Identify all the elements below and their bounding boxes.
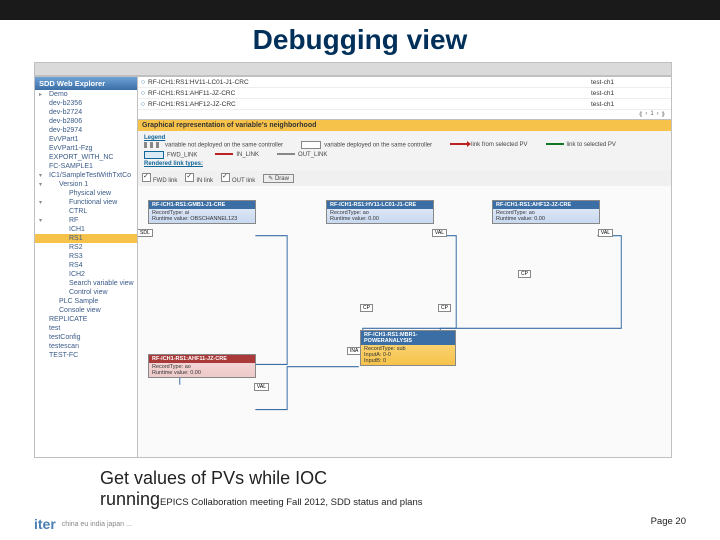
val-port: VAL (254, 383, 269, 391)
pager-btn[interactable]: ⟫ (662, 111, 665, 118)
tree-item[interactable]: Version 1 (35, 180, 137, 189)
tree-item[interactable]: RS4 (35, 261, 137, 270)
tree-item[interactable]: test (35, 324, 137, 333)
pager-btn[interactable]: › (657, 111, 659, 118)
val-port: VAL (598, 229, 613, 237)
page-title: Debugging view (0, 20, 720, 62)
tree-item[interactable]: RF (35, 216, 137, 225)
tree[interactable]: Demodev-b2356dev-b2724dev-b2806dev-b2974… (35, 90, 137, 360)
tree-item[interactable]: Functional view (35, 198, 137, 207)
variable-table: ○RF-ICH1:RS1:HV11-LC01-J1-CRCtest-ch1○RF… (138, 77, 671, 120)
tree-item[interactable]: testescan (35, 342, 137, 351)
pager-btn[interactable]: 1 (650, 111, 653, 118)
tree-item[interactable]: Physical view (35, 189, 137, 198)
rendered-link-types-title: Rendered link types: (144, 161, 665, 167)
app-window: SDD Web Explorer Demodev-b2356dev-b2724d… (34, 76, 672, 458)
link-type-options: FWD link IN link OUT link ✎ Draw (138, 171, 671, 186)
tree-item[interactable]: TEST-FC (35, 351, 137, 360)
tree-item[interactable]: RS3 (35, 252, 137, 261)
tree-item[interactable]: Console view (35, 306, 137, 315)
legend: Legend variable not deployed on the same… (138, 131, 671, 171)
tree-item[interactable]: dev-b2356 (35, 99, 137, 108)
tree-item[interactable]: testConfig (35, 333, 137, 342)
tree-item[interactable]: dev-b2974 (35, 126, 137, 135)
tree-item[interactable]: FC-SAMPLE1 (35, 162, 137, 171)
fwd-link-checkbox[interactable]: FWD link (142, 173, 177, 184)
cp-port: CP (360, 304, 373, 312)
iter-logo: iter (34, 516, 56, 532)
sidebar-header: SDD Web Explorer (35, 77, 137, 90)
table-row[interactable]: ○RF-ICH1:RS1:AHF11-JZ-CRCtest-ch1 (138, 88, 671, 99)
record-node-subroutine[interactable]: RF-ICH1-RS1:MBR1-POWERANALYSIS RecordTyp… (360, 330, 456, 366)
pager-btn[interactable]: ‹ (645, 111, 647, 118)
out-link-checkbox[interactable]: OUT link (221, 173, 255, 184)
table-row[interactable]: ○RF-ICH1:RS1:AHF12-JZ-CRCtest-ch1 (138, 99, 671, 110)
slide-caption: Get values of PVs while IOC runningEPICS… (100, 468, 423, 510)
tree-item[interactable]: RS2 (35, 243, 137, 252)
tree-item[interactable]: CTRL (35, 207, 137, 216)
tree-item[interactable]: EXPORT_WITH_NC (35, 153, 137, 162)
tree-item[interactable]: PLC Sample (35, 297, 137, 306)
tree-item[interactable]: REPLICATE (35, 315, 137, 324)
page-number: Page 20 (651, 516, 686, 532)
tree-item[interactable]: ICH1 (35, 225, 137, 234)
pager[interactable]: ⟪‹1 ›⟫ (138, 110, 671, 119)
section-header: Graphical representation of variable's n… (138, 120, 671, 131)
record-node[interactable]: RF-ICH1-RS1:AHF12-JZ-CRE RecordType: aoR… (492, 200, 600, 224)
graph-canvas[interactable]: RF-ICH1-RS1:GMB1-J1-CRE RecordType: aiRu… (138, 186, 671, 457)
ina-port: INA (347, 347, 361, 355)
draw-button[interactable]: ✎ Draw (263, 174, 294, 183)
tree-item[interactable]: Demo (35, 90, 137, 99)
footer-mid: EPICS Collaboration meeting Fall 2012, S… (160, 497, 422, 508)
browser-toolbar (34, 62, 672, 76)
tree-item[interactable]: Search variable view (35, 279, 137, 288)
sidebar: SDD Web Explorer Demodev-b2356dev-b2724d… (35, 77, 138, 457)
tree-item[interactable]: dev-b2806 (35, 117, 137, 126)
sdl-port: SDL (138, 229, 153, 237)
record-node-selected[interactable]: RF-ICH1-RS1:AHF11-JZ-CRE RecordType: aoR… (148, 354, 256, 378)
cp-port: CP (518, 270, 531, 278)
record-node[interactable]: RF-ICH1-RS1:GMB1-J1-CRE RecordType: aiRu… (148, 200, 256, 224)
footer: iter china eu india japan ... Page 20 (34, 516, 686, 532)
tree-item[interactable]: IC1/SampleTestWithTxtCo (35, 171, 137, 180)
in-link-checkbox[interactable]: IN link (185, 173, 213, 184)
partner-flags: china eu india japan ... (62, 521, 132, 528)
tree-item[interactable]: ICH2 (35, 270, 137, 279)
table-row[interactable]: ○RF-ICH1:RS1:HV11-LC01-J1-CRCtest-ch1 (138, 77, 671, 88)
tree-item[interactable]: dev-b2724 (35, 108, 137, 117)
tree-item[interactable]: EvVPart1 (35, 135, 137, 144)
tree-item[interactable]: RS1 (35, 234, 137, 243)
val-port: VAL (432, 229, 447, 237)
cp-port: CP (438, 304, 451, 312)
record-node[interactable]: RF-ICH1-RS1:HV11-LC01-J1-CRE RecordType:… (326, 200, 434, 224)
tree-item[interactable]: EvVPart1-Fzg (35, 144, 137, 153)
tree-item[interactable]: Control view (35, 288, 137, 297)
pager-btn[interactable]: ⟪ (639, 111, 642, 118)
